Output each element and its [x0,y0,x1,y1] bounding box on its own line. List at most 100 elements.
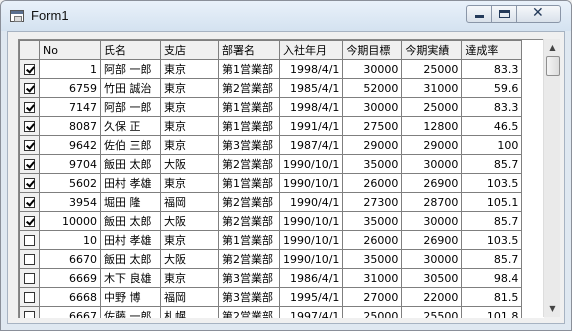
column-header[interactable]: 氏名 [100,40,161,60]
cell-branch[interactable]: 大阪 [160,249,219,269]
row-checkbox[interactable] [24,159,35,170]
cell-actual[interactable]: 12800 [401,116,463,136]
row-checkbox[interactable] [24,64,35,75]
cell-no[interactable]: 6667 [39,306,101,318]
table-row[interactable]: 5602 田村 孝雄 東京 第1営業部 1990/10/1 26000 26900 103.5 [19,173,523,193]
cell-no[interactable]: 6668 [39,287,101,307]
cell-target[interactable]: 27500 [342,116,403,136]
column-header[interactable]: 部署名 [218,40,280,60]
table-row[interactable]: 7147 阿部 一郎 東京 第1営業部 1998/4/1 30000 25000 83.3 [19,97,523,117]
row-checkbox[interactable] [24,254,35,265]
column-header[interactable]: 今期目標 [342,40,403,60]
cell-joined[interactable]: 1995/4/1 [278,287,344,307]
cell-name[interactable]: 堀田 隆 [100,192,161,212]
cell-joined[interactable]: 1997/4/1 [278,306,344,318]
column-header[interactable]: No [39,40,101,60]
cell-joined[interactable]: 1990/10/1 [278,230,344,250]
table-row[interactable]: 6670 飯田 太郎 大阪 第2営業部 1990/10/1 35000 30000 85.7 [19,249,523,269]
cell-name[interactable]: 飯田 太郎 [100,249,161,269]
cell-branch[interactable]: 東京 [160,116,219,136]
cell-actual[interactable]: 28700 [401,192,463,212]
cell-dept[interactable]: 第3営業部 [218,135,280,155]
cell-dept[interactable]: 第1営業部 [218,59,280,79]
cell-name[interactable]: 阿部 一郎 [100,59,161,79]
cell-actual[interactable]: 30000 [401,154,463,174]
cell-dept[interactable]: 第1営業部 [218,97,280,117]
cell-no[interactable]: 6670 [39,249,101,269]
cell-dept[interactable]: 第2営業部 [218,192,280,212]
column-header[interactable]: 支店 [160,40,219,60]
cell-dept[interactable]: 第2営業部 [218,154,280,174]
cell-target[interactable]: 29000 [342,135,403,155]
cell-name[interactable]: 中野 博 [100,287,161,307]
cell-rate[interactable]: 81.5 [461,287,523,307]
cell-rate[interactable]: 46.5 [461,116,523,136]
row-checkbox[interactable] [24,235,35,246]
cell-target[interactable]: 35000 [342,249,403,269]
table-row[interactable]: 8087 久保 正東京 第1営業部 1991/4/1 27500 12800 46.5 [19,116,523,136]
table-row[interactable]: 6759 竹田 誠治 東京 第2営業部 1985/4/1 52000 31000 59.6 [19,78,523,98]
cell-branch[interactable]: 大阪 [160,211,219,231]
cell-name[interactable]: 阿部 一郎 [100,97,161,117]
cell-rate[interactable]: 83.3 [461,97,523,117]
row-checkbox[interactable] [24,140,35,151]
cell-actual[interactable]: 25000 [401,59,463,79]
cell-name[interactable]: 飯田 太郎 [100,154,161,174]
cell-name[interactable]: 佐伯 三郎 [100,135,161,155]
cell-dept[interactable]: 第2営業部 [218,211,280,231]
row-checkbox[interactable] [24,273,35,284]
cell-rate[interactable]: 100 [461,135,523,155]
scroll-up-arrow-icon[interactable]: ▲ [544,39,561,56]
table-row[interactable]: 3954 堀田 隆福岡 第2営業部 1990/4/1 27300 28700 105.1 [19,192,523,212]
cell-branch[interactable]: 札幌 [160,306,219,318]
cell-joined[interactable]: 1990/4/1 [278,192,344,212]
cell-rate[interactable]: 103.5 [461,230,523,250]
cell-name[interactable]: 佐藤 一郎 [100,306,161,318]
row-checkbox[interactable] [24,83,35,94]
title-bar[interactable]: Form1 ✕ [1,1,571,31]
cell-branch[interactable]: 東京 [160,230,219,250]
cell-dept[interactable]: 第3営業部 [218,268,280,288]
cell-actual[interactable]: 30500 [401,268,463,288]
cell-dept[interactable]: 第3営業部 [218,287,280,307]
cell-rate[interactable]: 101.8 [461,306,523,318]
cell-actual[interactable]: 31000 [401,78,463,98]
cell-branch[interactable]: 東京 [160,173,219,193]
row-checkbox[interactable] [24,102,35,113]
column-header[interactable]: 今期実績 [401,40,463,60]
cell-no[interactable]: 8087 [39,116,101,136]
cell-no[interactable]: 10000 [39,211,101,231]
cell-no[interactable]: 7147 [39,97,101,117]
cell-rate[interactable]: 103.5 [461,173,523,193]
row-checkbox[interactable] [24,216,35,227]
cell-name[interactable]: 久保 正 [100,116,161,136]
cell-rate[interactable]: 85.7 [461,249,523,269]
cell-joined[interactable]: 1990/10/1 [278,154,344,174]
data-grid[interactable]: No 氏名 支店 部署名 入社年月 今期目標 今期実績 達成率 1 阿部 一郎 東京… [18,39,544,318]
cell-branch[interactable]: 東京 [160,268,219,288]
maximize-button[interactable] [491,5,517,23]
cell-actual[interactable]: 30000 [401,211,463,231]
cell-no[interactable]: 6759 [39,78,101,98]
row-checkbox[interactable] [24,197,35,208]
row-checkbox[interactable] [24,178,35,189]
cell-dept[interactable]: 第2営業部 [218,306,280,318]
table-row[interactable]: 1 阿部 一郎 東京 第1営業部 1998/4/1 30000 25000 83.3 [19,59,523,79]
row-checkbox[interactable] [24,292,35,303]
cell-rate[interactable]: 83.3 [461,59,523,79]
table-row[interactable]: 6667 佐藤 一郎 札幌 第2営業部 1997/4/1 25000 25500 101.8 [19,306,523,318]
cell-branch[interactable]: 東京 [160,135,219,155]
cell-target[interactable]: 26000 [342,230,403,250]
cell-no[interactable]: 5602 [39,173,101,193]
cell-no[interactable]: 6669 [39,268,101,288]
cell-rate[interactable]: 85.7 [461,211,523,231]
cell-target[interactable]: 27000 [342,287,403,307]
cell-branch[interactable]: 東京 [160,59,219,79]
row-checkbox[interactable] [24,311,35,318]
minimize-button[interactable] [466,5,492,23]
vertical-scrollbar[interactable]: ▲ ▼ [543,39,560,317]
column-header[interactable]: 入社年月 [278,40,344,60]
cell-joined[interactable]: 1985/4/1 [278,78,344,98]
cell-no[interactable]: 1 [39,59,101,79]
cell-target[interactable]: 25000 [342,306,403,318]
